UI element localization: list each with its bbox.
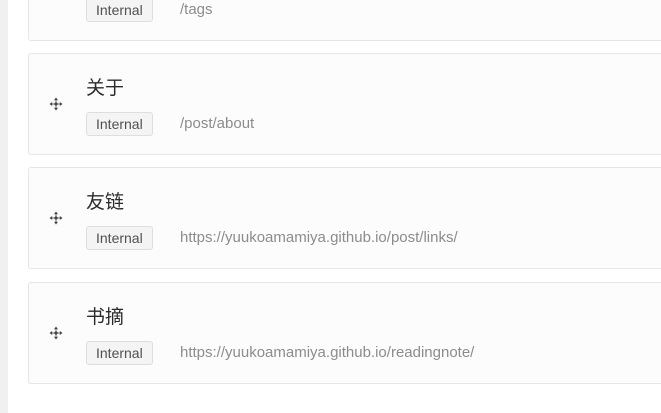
- drag-move-icon[interactable]: [48, 210, 64, 226]
- menu-item-card[interactable]: 书摘 Internal https://yuukoamamiya.github.…: [28, 282, 661, 384]
- drag-move-icon[interactable]: [48, 96, 64, 112]
- menu-item-url: https://yuukoamamiya.github.io/readingno…: [180, 344, 475, 361]
- menu-item-url: /tags: [180, 1, 213, 18]
- menu-item-url: /post/about: [180, 115, 255, 132]
- menu-item-card[interactable]: 友链 Internal https://yuukoamamiya.github.…: [28, 167, 661, 269]
- link-type-badge: Internal: [86, 226, 153, 250]
- menu-item-card[interactable]: 关于 Internal /post/about: [28, 53, 661, 155]
- link-type-badge: Internal: [86, 341, 153, 365]
- link-type-badge: Internal: [86, 0, 153, 22]
- menu-item-url: https://yuukoamamiya.github.io/post/link…: [180, 229, 458, 246]
- menu-item-title: 书摘: [86, 306, 125, 328]
- menu-item-card[interactable]: Internal /tags: [28, 0, 661, 41]
- menu-item-title: 友链: [86, 191, 125, 213]
- link-type-badge: Internal: [86, 112, 153, 136]
- menu-item-title: 关于: [86, 77, 125, 99]
- left-rail: [0, 0, 8, 413]
- drag-move-icon[interactable]: [48, 325, 64, 341]
